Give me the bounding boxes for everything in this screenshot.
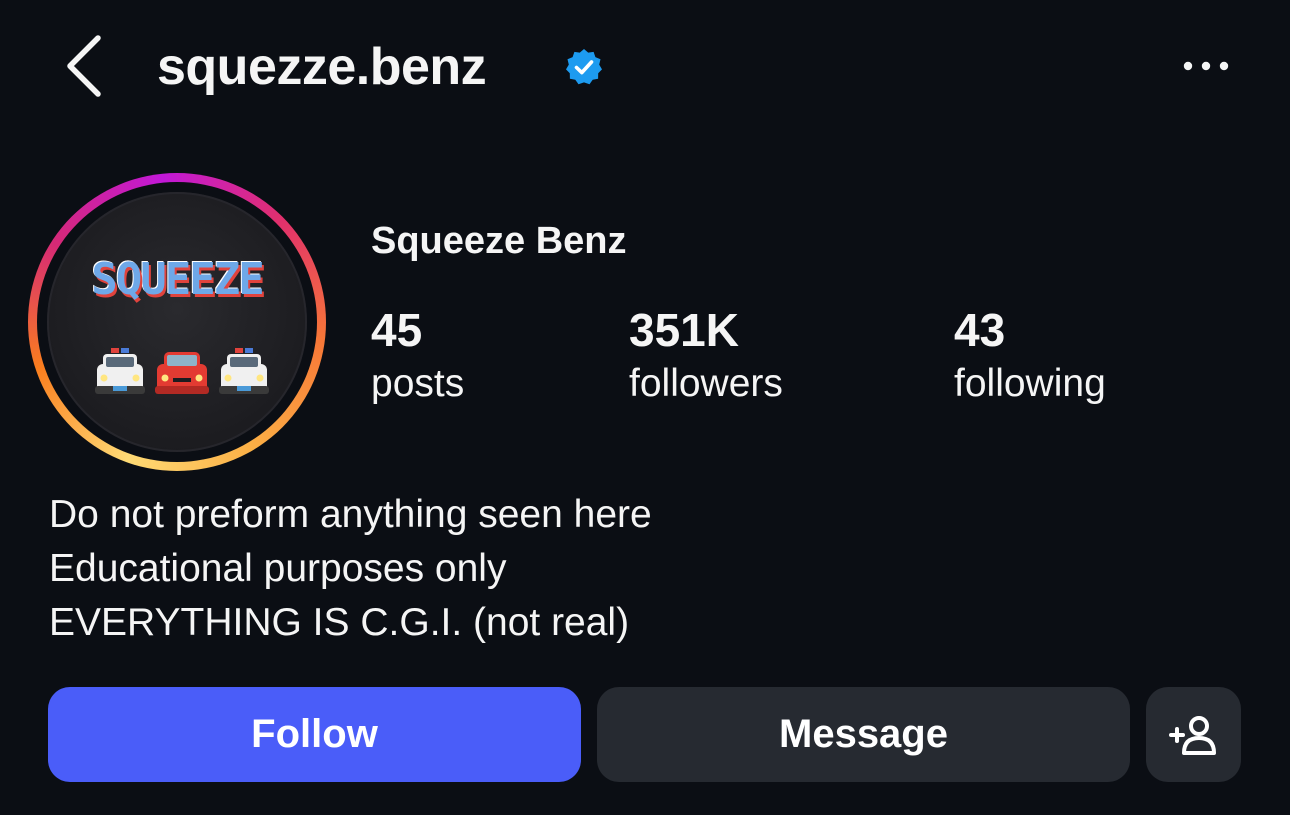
suggested-accounts-button[interactable] <box>1146 687 1241 782</box>
follow-button[interactable]: Follow <box>48 687 581 782</box>
back-button[interactable] <box>58 30 114 102</box>
posts-count: 45 <box>371 304 423 356</box>
followers-label: followers <box>629 362 783 405</box>
follow-button-label: Follow <box>251 712 378 756</box>
profile-avatar-story-ring[interactable]: SQUEEZE <box>28 173 326 471</box>
profile-header: squezze.benz <box>0 0 1290 135</box>
add-person-icon <box>1168 715 1216 755</box>
stat-followers[interactable]: 351K followers <box>629 302 783 410</box>
posts-label: posts <box>371 362 465 405</box>
profile-username: squezze.benz <box>157 38 487 96</box>
message-button-label: Message <box>779 712 948 756</box>
bio-line: EVERYTHING IS C.G.I. (not real) <box>49 601 630 644</box>
following-count: 43 <box>954 304 1006 356</box>
bio-line: Do not preform anything seen here <box>49 493 652 536</box>
stat-posts[interactable]: 45 posts <box>371 302 464 410</box>
chevron-left-icon <box>67 35 101 97</box>
profile-bio: Do not preform anything seen here Educat… <box>49 488 652 650</box>
bio-line: Educational purposes only <box>49 547 507 590</box>
avatar-logo-text: SQUEEZE <box>91 254 264 305</box>
following-label: following <box>954 362 1106 405</box>
profile-display-name: Squeeze Benz <box>371 220 627 262</box>
avatar: SQUEEZE <box>47 192 307 452</box>
followers-count: 351K <box>629 304 739 356</box>
more-options-icon <box>1183 61 1229 71</box>
stat-following[interactable]: 43 following <box>954 302 1106 410</box>
verified-badge-icon <box>566 49 602 85</box>
message-button[interactable]: Message <box>597 687 1130 782</box>
more-options-button[interactable] <box>1170 46 1242 86</box>
cars-logo-icon <box>95 348 269 394</box>
